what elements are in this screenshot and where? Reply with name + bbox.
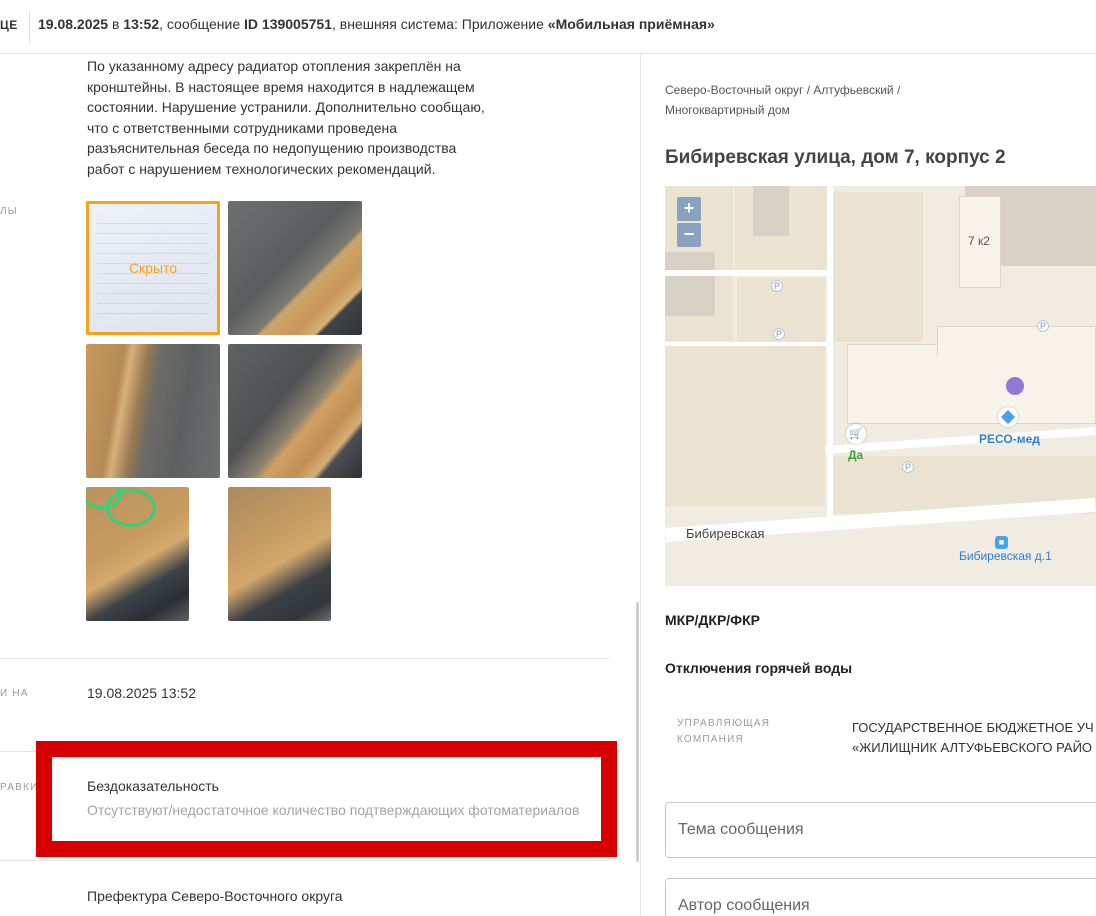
location-pin-icon[interactable] — [1006, 377, 1024, 395]
topic-input[interactable] — [666, 803, 1096, 857]
files-label: лы — [0, 206, 18, 217]
author-field[interactable] — [665, 878, 1096, 916]
highlight-frame — [36, 741, 617, 857]
divider — [0, 860, 609, 861]
map-building — [665, 252, 715, 316]
building-label: 7 к2 — [968, 234, 990, 248]
date-field-label: и на — [0, 688, 29, 699]
message-time: 13:52 — [123, 16, 160, 32]
management-company-label: Управляющая компания — [677, 718, 771, 745]
management-company-value: ГОСУДАРСТВЕННОЕ БЮДЖЕТНОЕ УЧ «ЖИЛИЩНИК А… — [852, 720, 1094, 755]
response-text: По указанному адресу радиатор отопления … — [87, 58, 485, 177]
message-date: 19.08.2025 — [38, 16, 109, 32]
zoom-in-button[interactable]: + — [677, 197, 701, 221]
map-building — [753, 186, 789, 236]
photo-hidden[interactable]: Скрыто — [86, 201, 220, 335]
photo-thumbnail[interactable] — [228, 487, 331, 621]
divider — [0, 658, 609, 659]
left-panel: По указанному адресу радиатор отопления … — [0, 54, 640, 916]
map-block — [833, 192, 923, 342]
map-road — [827, 186, 833, 526]
right-panel: Северо-Восточный округ / Алтуфьевский / … — [641, 54, 1096, 916]
map-block — [665, 346, 825, 506]
annotation-circle — [106, 489, 156, 527]
parking-icon: P — [1037, 320, 1049, 332]
date-field-value: 19.08.2025 13:52 — [87, 685, 196, 701]
map-building-main — [847, 344, 1096, 424]
bus-stop-label: Бибиревская д.1 — [959, 549, 1052, 563]
zoom-out-button[interactable]: − — [677, 223, 701, 247]
message-info: 19.08.2025 в 13:52, сообщение ID 1390057… — [38, 16, 715, 32]
map-road — [665, 270, 833, 276]
parking-icon: P — [773, 328, 785, 340]
topbar-divider — [29, 10, 30, 42]
prefecture-value: Префектура Северо-Восточного округа — [87, 888, 343, 904]
poi-reso-label: РЕСО-мед — [979, 432, 1040, 446]
map[interactable]: 7 к2 + − P P P P РЕСО-мед 🛒 Да Бибиревск… — [665, 186, 1096, 586]
photo-thumbnail[interactable] — [228, 201, 362, 335]
cut-label: ЦЕ — [0, 18, 18, 32]
parking-icon: P — [902, 461, 914, 473]
street-label: Бибиревская — [686, 526, 765, 541]
map-building-main-top — [937, 326, 1096, 356]
external-system-name: «Мобильная приёмная» — [547, 16, 715, 32]
photo-thumbnail[interactable] — [86, 487, 189, 621]
topic-field[interactable] — [665, 802, 1096, 858]
poi-da-label: Да — [848, 448, 864, 462]
photo-thumbnail[interactable] — [228, 344, 362, 478]
parking-icon: P — [771, 280, 783, 292]
map-road — [665, 342, 833, 346]
breadcrumb: Северо-Восточный округ / Алтуфьевский / … — [665, 83, 901, 117]
photo-thumbnail[interactable] — [86, 344, 220, 478]
mkr-section: МКР/ДКР/ФКР — [665, 612, 761, 628]
hot-water-section: Отключения горячей воды — [665, 660, 853, 676]
address-title: Бибиревская улица, дом 7, корпус 2 — [665, 147, 1006, 168]
hidden-label: Скрыто — [128, 260, 178, 276]
author-input[interactable] — [666, 879, 1096, 916]
bus-stop-icon[interactable]: ■ — [995, 536, 1008, 549]
top-bar: ЦЕ 19.08.2025 в 13:52, сообщение ID 1390… — [0, 0, 1096, 54]
shop-icon[interactable]: 🛒 — [846, 424, 866, 444]
message-id: ID 139005751 — [244, 16, 332, 32]
scrollbar[interactable] — [636, 602, 639, 862]
clinic-icon[interactable] — [998, 407, 1018, 427]
